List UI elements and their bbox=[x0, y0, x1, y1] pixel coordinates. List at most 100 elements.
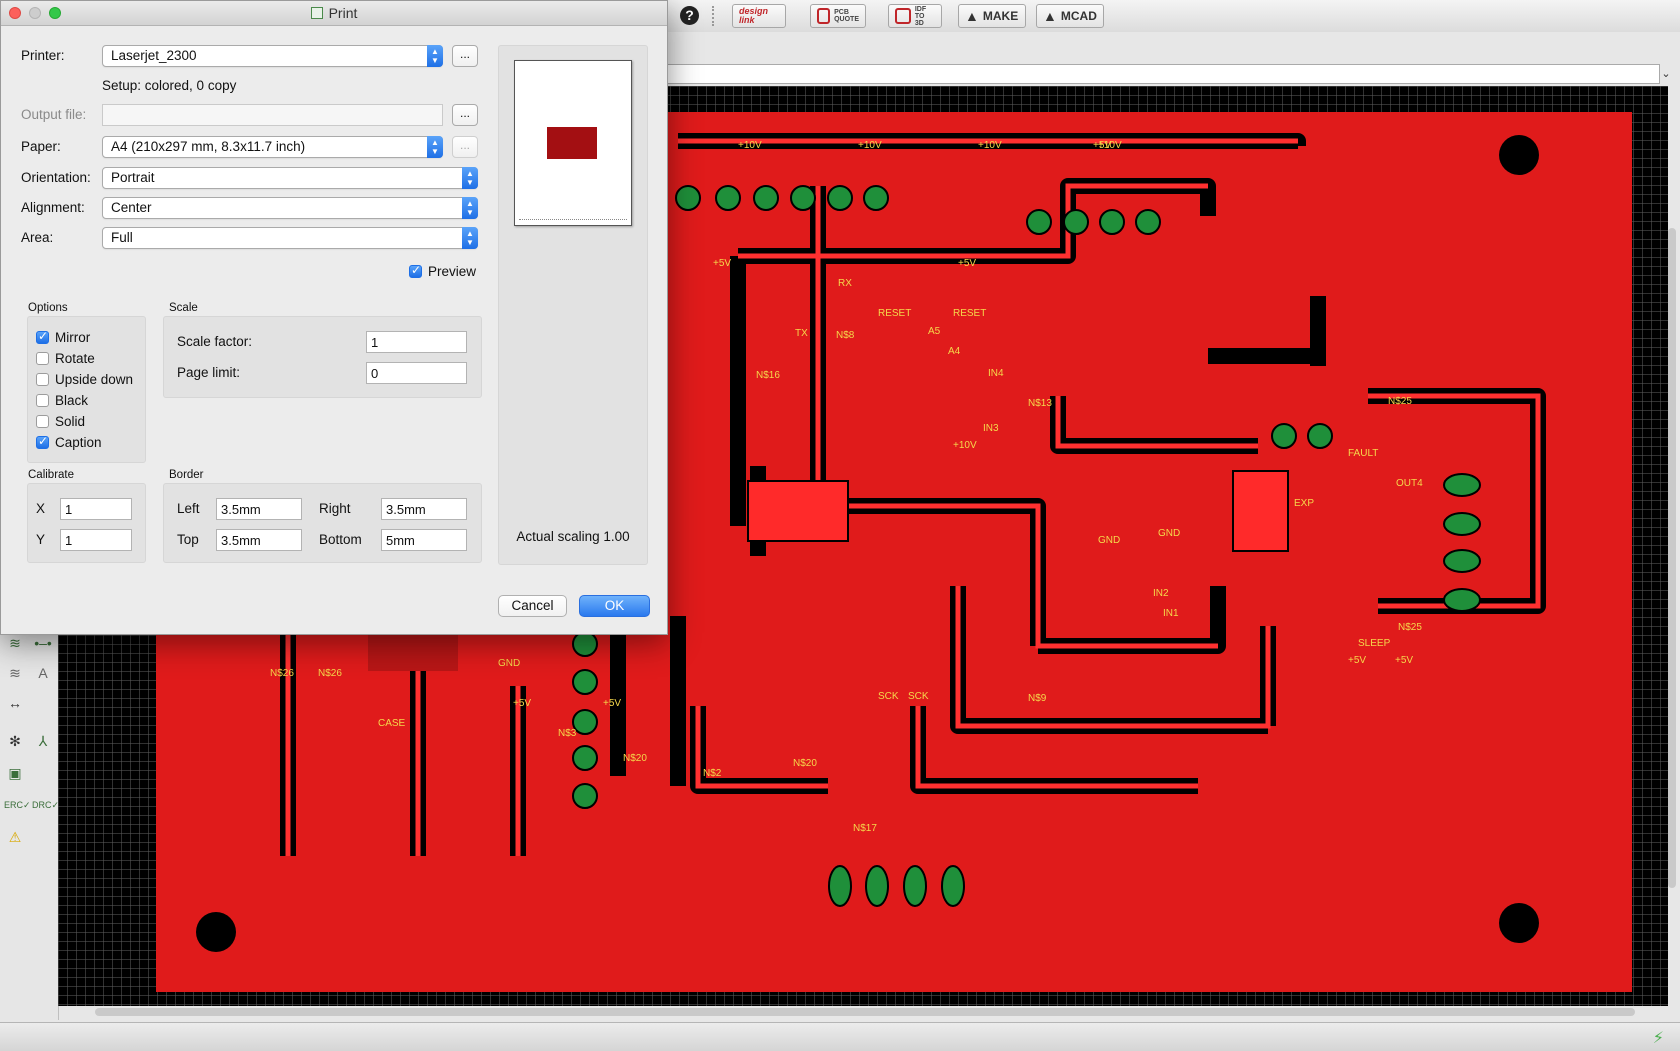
net-label: SCK bbox=[878, 691, 899, 702]
printer-icon bbox=[310, 7, 323, 19]
erc-icon[interactable]: ERC✓ bbox=[4, 794, 31, 816]
mount-hole bbox=[1499, 903, 1539, 943]
dialog-titlebar: Print bbox=[1, 1, 667, 26]
chevron-down-icon[interactable]: ⌄ bbox=[1658, 66, 1674, 82]
ripup-icon[interactable]: ✻ bbox=[4, 730, 26, 752]
page-limit-input[interactable]: 0 bbox=[366, 362, 467, 384]
idf-icon bbox=[895, 8, 911, 24]
warning-icon[interactable]: ⚠ bbox=[4, 826, 26, 848]
net-label: IN4 bbox=[988, 368, 1004, 379]
mcad-button[interactable]: ▲ MCAD bbox=[1036, 4, 1104, 28]
net-label: OUT4 bbox=[1396, 478, 1423, 489]
area-select[interactable]: Full ▲ ▼ bbox=[102, 227, 478, 249]
net-label: +5V bbox=[1348, 655, 1366, 666]
caption-checkbox[interactable]: Caption bbox=[36, 434, 102, 450]
route-icon[interactable]: ⅄ bbox=[32, 730, 54, 752]
design-link-button[interactable]: design link bbox=[732, 4, 786, 28]
preview-label: Preview bbox=[428, 264, 477, 279]
net-label: CASE bbox=[378, 718, 406, 729]
preview-checkbox[interactable]: Preview bbox=[409, 263, 477, 279]
layers-icon[interactable]: ≋ bbox=[4, 632, 26, 654]
ok-button[interactable]: OK bbox=[579, 595, 650, 617]
layer-icon[interactable]: ≋ bbox=[4, 662, 26, 684]
paper-label: Paper: bbox=[21, 139, 61, 154]
checkbox-icon bbox=[36, 415, 49, 428]
net-label: N$17 bbox=[853, 823, 877, 834]
status-bar: ⚡ bbox=[0, 1022, 1680, 1051]
make-button[interactable]: ▲ MAKE bbox=[958, 4, 1026, 28]
net-label: IN2 bbox=[1153, 588, 1169, 599]
rotate-checkbox[interactable]: Rotate bbox=[36, 351, 95, 366]
output-file-browse-button[interactable]: ... bbox=[452, 104, 478, 126]
calibrate-group-title: Calibrate bbox=[28, 469, 75, 481]
net-label: N$25 bbox=[1388, 396, 1412, 407]
net-label: GND bbox=[498, 658, 520, 669]
border-left-input[interactable]: 3.5mm bbox=[216, 498, 302, 520]
cancel-button[interactable]: Cancel bbox=[498, 595, 567, 617]
net-label: +5V bbox=[513, 698, 531, 709]
alignment-label: Alignment: bbox=[21, 200, 85, 215]
chevron-updown-icon: ▲ ▼ bbox=[427, 45, 443, 67]
net-label: FAULT bbox=[1348, 448, 1378, 459]
print-dialog: Print Printer: Laserjet_2300 ▲ ▼ ... Setu… bbox=[0, 0, 668, 635]
border-right-label: Right bbox=[319, 501, 351, 516]
wire-icon[interactable]: •–• bbox=[32, 632, 54, 654]
orientation-select[interactable]: Portrait ▲ ▼ bbox=[102, 167, 478, 189]
mirror-checkbox[interactable]: Mirror bbox=[36, 329, 90, 345]
drc-icon[interactable]: DRC✓ bbox=[32, 794, 59, 816]
net-label: A5 bbox=[928, 326, 941, 337]
chevron-updown-icon: ▲ ▼ bbox=[462, 227, 478, 249]
net-label: N$26 bbox=[318, 668, 342, 679]
page-limit-label: Page limit: bbox=[177, 365, 241, 380]
output-file-input[interactable] bbox=[102, 104, 443, 126]
driver-chip bbox=[1232, 470, 1289, 552]
alignment-select[interactable]: Center ▲ ▼ bbox=[102, 197, 478, 219]
paper-select[interactable]: A4 (210x297 mm, 8.3x11.7 inch) ▲ ▼ bbox=[102, 136, 443, 158]
checkbox-icon bbox=[409, 263, 422, 278]
black-checkbox[interactable]: Black bbox=[36, 393, 88, 408]
checkbox-icon bbox=[36, 352, 49, 365]
border-left-label: Left bbox=[177, 501, 200, 516]
net-label: SCK bbox=[908, 691, 929, 702]
command-line-input[interactable] bbox=[660, 64, 1660, 84]
preview-caption-line bbox=[519, 219, 627, 221]
scale-factor-input[interactable]: 1 bbox=[366, 331, 467, 353]
text-icon[interactable]: A bbox=[32, 662, 54, 684]
dimension-icon[interactable]: ↔ bbox=[4, 692, 26, 714]
border-group bbox=[163, 483, 482, 563]
net-label: N$3 bbox=[558, 728, 577, 739]
pcb-quote-button[interactable]: PCB QUOTE bbox=[810, 4, 866, 28]
chevron-updown-icon: ▲ ▼ bbox=[427, 136, 443, 158]
net-label: RX bbox=[838, 278, 852, 289]
net-label: +10V bbox=[738, 140, 762, 151]
mount-hole bbox=[1499, 135, 1539, 175]
pcb-quote-icon bbox=[817, 8, 831, 24]
horizontal-scrollbar[interactable] bbox=[95, 1008, 1635, 1016]
border-bottom-input[interactable]: 5mm bbox=[381, 529, 467, 551]
toolbar-separator bbox=[712, 6, 716, 26]
border-right-input[interactable]: 3.5mm bbox=[381, 498, 467, 520]
net-label: N$25 bbox=[1398, 622, 1422, 633]
printer-select[interactable]: Laserjet_2300 ▲ ▼ bbox=[102, 45, 443, 67]
idf-to-3d-label: IDF TO 3D bbox=[914, 5, 927, 27]
border-top-label: Top bbox=[177, 532, 199, 547]
solid-checkbox[interactable]: Solid bbox=[36, 414, 85, 429]
printer-setup-button[interactable]: ... bbox=[452, 45, 478, 67]
net-label: N$13 bbox=[1028, 398, 1052, 409]
dialog-title: Print bbox=[1, 5, 667, 21]
net-label: RESET bbox=[878, 308, 911, 319]
scale-group-title: Scale bbox=[169, 302, 198, 314]
polygon-icon[interactable]: ▣ bbox=[4, 762, 26, 784]
print-preview-panel bbox=[498, 45, 648, 565]
idf-to-3d-button[interactable]: IDF TO 3D bbox=[888, 4, 942, 28]
paper-more-button[interactable]: ... bbox=[452, 136, 478, 158]
calibrate-y-input[interactable]: 1 bbox=[60, 529, 132, 551]
vertical-scrollbar[interactable] bbox=[1668, 228, 1676, 888]
parameter-toolbar bbox=[660, 32, 1680, 62]
upside-down-checkbox[interactable]: Upside down bbox=[36, 372, 133, 387]
border-top-input[interactable]: 3.5mm bbox=[216, 529, 302, 551]
calibrate-x-input[interactable]: 1 bbox=[60, 498, 132, 520]
area-label: Area: bbox=[21, 230, 54, 245]
border-bottom-label: Bottom bbox=[319, 532, 362, 547]
help-icon[interactable]: ? bbox=[680, 6, 699, 25]
